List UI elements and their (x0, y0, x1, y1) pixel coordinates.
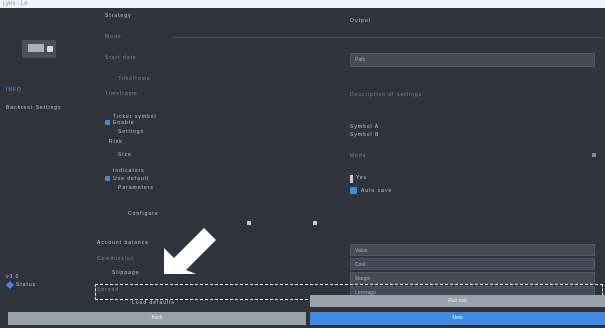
footer-buttons: Back Next (0, 312, 605, 328)
sidebar-item-backtest[interactable]: Backtest Settings (6, 105, 62, 111)
group3-check-label: Use default (113, 176, 150, 182)
group2-checkbox[interactable] (105, 120, 110, 125)
group2-line2: Risk (109, 139, 123, 145)
next-button[interactable]: Next (310, 312, 605, 325)
row-a-label: Account balance (97, 240, 149, 246)
check2-checkbox[interactable] (350, 187, 357, 194)
center-marker-2 (313, 221, 317, 225)
misc-label: Mode (350, 153, 367, 159)
load-defaults-link[interactable]: Load defaults (132, 300, 175, 306)
center-marker (247, 221, 251, 225)
group2-line3: Size (118, 152, 132, 158)
header-divider (172, 37, 602, 38)
header-top: Strategy (105, 13, 132, 19)
misc-marker (592, 153, 596, 157)
diamond-icon (6, 281, 14, 289)
pair-label-1: Symbol A (350, 124, 380, 130)
group1-value: Timeframe (105, 91, 138, 97)
check1-label: Yes (356, 175, 368, 181)
field-f[interactable]: Cost (350, 258, 595, 270)
window-titlebar: Lynx - Le (0, 0, 605, 8)
sidebar-footer-status: Status (16, 282, 37, 288)
pair-label-2: Symbol B (350, 132, 380, 138)
run-test-button[interactable]: Run test (310, 295, 605, 307)
group1-sub: Timeframe (118, 76, 151, 82)
monitor-screen (28, 44, 44, 52)
group1-title: Start date (105, 55, 137, 61)
group3-line: Parameters (118, 185, 154, 191)
header-sub: Mode (105, 34, 122, 40)
monitor-icon (22, 40, 56, 58)
group2-check-label: Enable (113, 120, 135, 126)
check1-bar (350, 175, 353, 183)
field-e[interactable]: Value (350, 244, 595, 256)
monitor-indicator (47, 46, 53, 52)
right-header: Output (350, 18, 372, 24)
pointer-arrow-icon (164, 228, 216, 274)
sidebar-section-label: INFO (6, 87, 22, 93)
group2-line1: Settings (118, 129, 145, 135)
sidebar-footer-version: v3.0 (6, 274, 20, 280)
row-b-label: Commission (97, 256, 135, 262)
center-text: Configure (128, 211, 159, 217)
sidebar: INFO Backtest Settings v3.0 Status (0, 8, 92, 312)
check2-label: Auto save (361, 188, 393, 194)
field-g[interactable]: Margin (350, 272, 595, 284)
row-c-label: Slippage (112, 270, 140, 276)
back-button[interactable]: Back (8, 312, 306, 325)
group3-checkbox[interactable] (105, 176, 110, 181)
window-title: Lynx - Le (3, 1, 28, 7)
app-window: INFO Backtest Settings v3.0 Status Strat… (0, 8, 605, 328)
group3-title: Indicators (113, 168, 145, 174)
right-desc: Description of settings (350, 92, 423, 98)
path-input[interactable]: Path (350, 53, 595, 67)
